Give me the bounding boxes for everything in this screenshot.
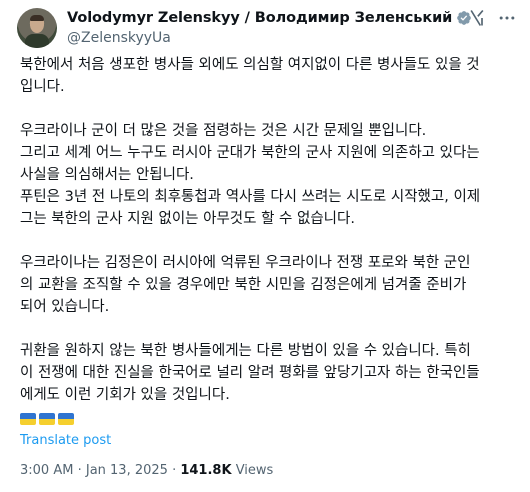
tweet-paragraph: 북한에서 처음 생포한 병사들 외에도 의심할 여지없이 다른 병사들도 있을 … bbox=[20, 54, 520, 98]
tweet-time[interactable]: 3:00 AM bbox=[20, 463, 73, 478]
meta-separator: · bbox=[77, 463, 82, 478]
avatar-hair bbox=[30, 15, 44, 21]
avatar-shirt bbox=[25, 34, 49, 48]
author-handle[interactable]: @ZelenskyyUa bbox=[67, 30, 171, 46]
tweet-line: 우크라이나는 김정은이 러시아에 억류된 우크라이나 전쟁 포로와 북한 군인 bbox=[20, 255, 471, 271]
tweet-text: 북한에서 처음 생포한 병사들 외에도 의심할 여지없이 다른 병사들도 있을 … bbox=[20, 54, 520, 428]
tweet-line: 입니다. bbox=[20, 79, 65, 95]
tweet-metadata: 3:00 AM · Jan 13, 2025 · 141.8K Views bbox=[20, 463, 273, 478]
tweet-line: 귀환을 원하지 않는 북한 병사들에게는 다른 방법이 있을 수 있습니다. 특… bbox=[20, 343, 471, 359]
tweet-line: 이 전쟁에 대한 진실을 한국어로 널리 알려 평화를 앞당기고자 하는 한국인… bbox=[20, 365, 480, 381]
tweet-paragraph: 귀환을 원하지 않는 북한 병사들에게는 다른 방법이 있을 수 있습니다. 특… bbox=[20, 340, 520, 406]
avatar[interactable] bbox=[17, 8, 57, 48]
author-display-name[interactable]: Volodymyr Zelenskyy / Володимир Зеленськ… bbox=[67, 10, 452, 26]
tweet-paragraph: 우크라이나 군이 더 많은 것을 점령하는 것은 시간 문제일 뿐입니다. 그리… bbox=[20, 120, 520, 230]
tweet-line: 그는 북한의 군사 지원 없이는 아무것도 할 수 없습니다. bbox=[20, 211, 355, 227]
tweet-line: 푸틴은 3년 전 나토의 최후통첩과 역사를 다시 쓰려는 시도로 시작했고, … bbox=[20, 189, 481, 205]
flag-emoji-row bbox=[20, 413, 74, 425]
more-options-icon[interactable] bbox=[497, 8, 517, 28]
views-label: Views bbox=[235, 463, 274, 478]
views-count[interactable]: 141.8K bbox=[180, 463, 231, 478]
tweet-line: 북한에서 처음 생포한 병사들 외에도 의심할 여지없이 다른 병사들도 있을 … bbox=[20, 57, 480, 73]
ukraine-flag-icon bbox=[39, 413, 55, 425]
author-name-row: Volodymyr Zelenskyy / Володимир Зеленськ… bbox=[67, 10, 472, 26]
tweet-date[interactable]: Jan 13, 2025 bbox=[86, 463, 168, 478]
ukraine-flag-icon bbox=[20, 413, 36, 425]
tweet-line: 에게도 이런 기회가 있을 것입니다. bbox=[20, 387, 230, 403]
grok-icon[interactable] bbox=[467, 8, 487, 28]
tweet-line: 사실을 의심해서는 안됩니다. bbox=[20, 167, 194, 183]
ukraine-flag-icon bbox=[58, 413, 74, 425]
tweet-line: 우크라이나 군이 더 많은 것을 점령하는 것은 시간 문제일 뿐입니다. bbox=[20, 123, 427, 139]
tweet-line: 의 교환을 조직할 수 있을 경우에만 북한 시민을 김정은에게 넘겨줄 준비가 bbox=[20, 277, 467, 293]
tweet-paragraph: 우크라이나는 김정은이 러시아에 억류된 우크라이나 전쟁 포로와 북한 군인 … bbox=[20, 252, 520, 318]
meta-separator: · bbox=[172, 463, 177, 478]
tweet-line: 그리고 세계 어느 누구도 러시아 군대가 북한의 군사 지원에 의존하고 있다… bbox=[20, 145, 480, 161]
translate-post-link[interactable]: Translate post bbox=[20, 433, 111, 448]
tweet-line: 되어 있습니다. bbox=[20, 299, 110, 315]
tweet-header: Volodymyr Zelenskyy / Володимир Зеленськ… bbox=[17, 8, 517, 52]
